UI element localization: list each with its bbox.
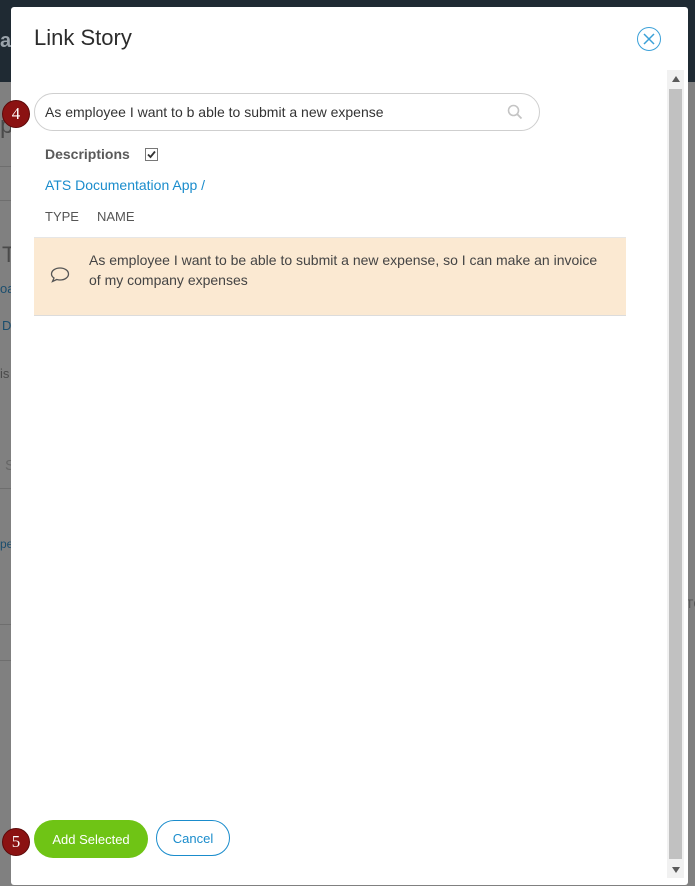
background-link-d: D [2, 318, 12, 333]
result-text: As employee I want to be able to submit … [89, 252, 598, 288]
close-icon [643, 33, 655, 45]
column-header-name[interactable]: NAME [97, 209, 135, 224]
cancel-button[interactable]: Cancel [156, 820, 230, 856]
scroll-up-arrow-icon[interactable] [667, 70, 684, 87]
close-button[interactable] [637, 27, 661, 51]
result-row[interactable]: As employee I want to be able to submit … [34, 237, 626, 316]
add-selected-button[interactable]: Add Selected [34, 820, 148, 858]
scroll-down-arrow-icon[interactable] [667, 861, 684, 878]
breadcrumb[interactable]: ATS Documentation App / [45, 177, 205, 193]
step-marker-5: 5 [2, 828, 30, 856]
search-input-value[interactable]: As employee I want to b able to submit a… [45, 104, 384, 120]
comment-icon [50, 267, 70, 283]
column-header-type[interactable]: TYPE [45, 209, 79, 224]
descriptions-checkbox[interactable] [145, 148, 158, 161]
search-input[interactable]: As employee I want to b able to submit a… [34, 93, 540, 131]
link-story-modal: Link Story As employee I want to b able … [11, 7, 688, 885]
checkmark-icon [147, 150, 156, 159]
step-marker-4: 4 [2, 100, 30, 128]
scrollbar-thumb[interactable] [669, 89, 682, 859]
modal-scrollbar[interactable] [667, 70, 684, 878]
modal-title: Link Story [34, 25, 132, 50]
background-text-is: is [0, 366, 10, 381]
descriptions-label: Descriptions [45, 146, 130, 162]
search-icon[interactable] [507, 104, 523, 120]
